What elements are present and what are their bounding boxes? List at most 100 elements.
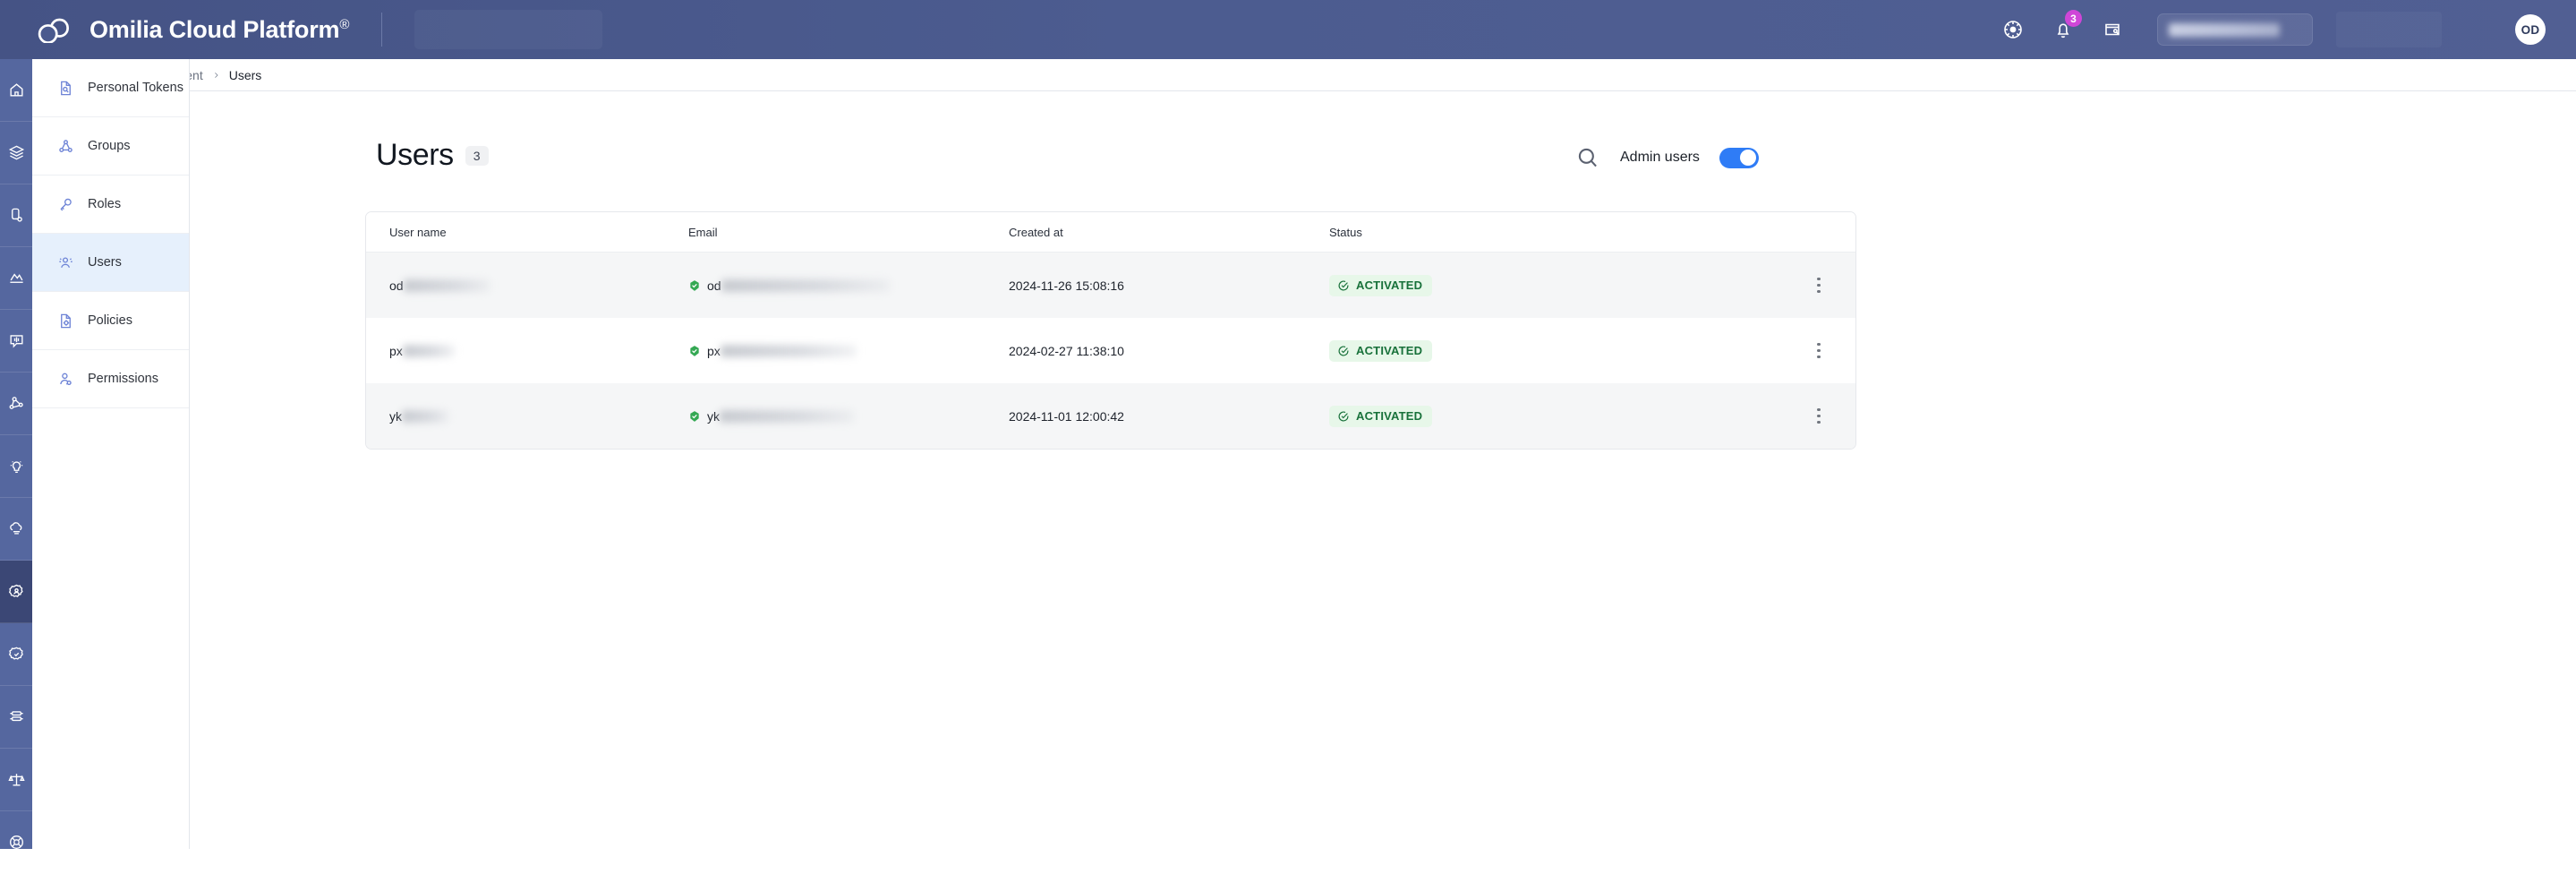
sidebar-item-users[interactable]: Users — [32, 234, 189, 292]
cloud-lines-icon — [8, 520, 25, 537]
status-badge: ACTIVATED — [1329, 340, 1432, 362]
user-name-redacted — [402, 410, 448, 423]
kebab-menu-icon[interactable] — [1809, 407, 1829, 426]
sidebar-item-groups[interactable]: Groups — [32, 117, 189, 176]
header-actions: 3 OD — [1992, 9, 2576, 50]
sidebar-item-policies[interactable]: Policies — [32, 292, 189, 350]
bell-icon[interactable]: 3 — [2043, 9, 2084, 50]
rail-item-cloud[interactable] — [0, 498, 32, 561]
email-redacted — [721, 345, 857, 357]
cell-status: ACTIVATED — [1329, 406, 1714, 427]
verified-badge-icon — [688, 409, 701, 424]
verified-badge-icon — [688, 344, 701, 358]
kebab-menu-icon[interactable] — [1809, 341, 1829, 361]
brightness-icon[interactable] — [1992, 9, 2034, 50]
check-circle-icon — [1337, 410, 1350, 423]
top-bar: Omilia Cloud Platform® 3 OD — [0, 0, 2576, 59]
header-search-input[interactable] — [2157, 13, 2313, 46]
cell-email: px — [688, 344, 1009, 358]
cell-status: ACTIVATED — [1329, 275, 1714, 296]
user-name-text: od — [389, 278, 404, 293]
email-text: od — [707, 278, 721, 293]
user-name-text: px — [389, 344, 403, 358]
rail-item-layers[interactable] — [0, 122, 32, 184]
email-redacted — [721, 279, 890, 292]
cell-actions — [1714, 276, 1855, 296]
kebab-menu-icon[interactable] — [1809, 276, 1829, 296]
cell-created-at: 2024-11-01 12:00:42 — [1009, 409, 1329, 424]
check-circle-icon — [1337, 279, 1350, 292]
cell-actions — [1714, 407, 1855, 426]
rail-item-voice-message[interactable] — [0, 310, 32, 373]
access-management-sidebar: Personal Tokens Groups Roles Users Polic… — [32, 59, 190, 849]
breadcrumb-current: Users — [229, 68, 262, 82]
brand[interactable]: Omilia Cloud Platform® — [0, 16, 349, 44]
cell-user-name: od — [366, 278, 688, 293]
rail-item-analytics[interactable] — [0, 247, 32, 310]
document-search-icon — [57, 80, 74, 97]
notification-badge: 3 — [2065, 10, 2082, 27]
cell-user-name: yk — [366, 409, 688, 424]
avatar[interactable]: OD — [2515, 14, 2546, 45]
icon-rail — [0, 59, 32, 849]
gear-user-icon — [8, 583, 25, 600]
chevron-right-icon — [212, 69, 220, 81]
scales-balance-icon — [8, 771, 25, 788]
page-header: Users 3 — [376, 138, 489, 173]
sidebar-item-personal-tokens[interactable]: Personal Tokens — [32, 59, 189, 117]
status-badge: ACTIVATED — [1329, 406, 1432, 427]
rail-item-badge-check[interactable] — [0, 623, 32, 686]
users-icon — [57, 254, 74, 271]
email-redacted — [720, 410, 854, 423]
cell-status: ACTIVATED — [1329, 340, 1714, 362]
brand-title: Omilia Cloud Platform® — [90, 16, 349, 44]
main-content: Users 3 Admin users User name Email Crea… — [190, 91, 2576, 849]
page-toolbar: Admin users — [1575, 145, 1759, 170]
status-text: ACTIVATED — [1356, 279, 1422, 291]
badge-check-icon — [8, 646, 25, 663]
email-text: px — [707, 344, 721, 358]
rail-item-lightbulb[interactable] — [0, 435, 32, 498]
users-table: User name Email Created at Status od od … — [365, 211, 1856, 450]
table-row[interactable]: od od 2024-11-26 15:08:16 ACTIVATED — [366, 253, 1855, 318]
search-icon[interactable] — [1575, 145, 1600, 170]
sidebar-item-label: Policies — [88, 313, 132, 328]
cell-created-at: 2024-11-26 15:08:16 — [1009, 278, 1329, 293]
breadcrumb: Access Management Users — [32, 59, 2576, 91]
voice-message-icon — [8, 332, 25, 349]
lifebuoy-support-icon — [8, 834, 25, 851]
table-header-row: User name Email Created at Status — [366, 212, 1855, 253]
rail-item-home[interactable] — [0, 59, 32, 122]
sidebar-item-label: Personal Tokens — [88, 81, 183, 95]
sidebar-item-permissions[interactable]: Permissions — [32, 350, 189, 408]
rail-item-phone-flow[interactable] — [0, 184, 32, 247]
rail-item-nodes-graph[interactable] — [0, 373, 32, 435]
lightbulb-idea-icon — [8, 458, 25, 475]
nodes-graph-icon — [8, 395, 25, 412]
rail-item-scales[interactable] — [0, 749, 32, 811]
page-title: Users — [376, 138, 454, 173]
registered-mark: ® — [339, 17, 349, 32]
sidebar-item-label: Groups — [88, 139, 131, 153]
rail-item-support[interactable] — [0, 811, 32, 874]
analytics-chart-icon — [8, 270, 25, 287]
cell-email: yk — [688, 409, 1009, 424]
card-key-icon[interactable] — [2093, 9, 2134, 50]
brand-title-text: Omilia Cloud Platform — [90, 16, 339, 43]
rail-item-access-management[interactable] — [0, 561, 32, 623]
rail-item-server-network[interactable] — [0, 686, 32, 749]
column-header-user-name: User name — [366, 226, 688, 239]
layers-icon — [8, 144, 25, 161]
users-count-badge: 3 — [465, 146, 489, 166]
admin-users-toggle[interactable] — [1719, 148, 1759, 168]
key-icon — [57, 196, 74, 213]
sidebar-item-roles[interactable]: Roles — [32, 176, 189, 234]
cell-actions — [1714, 341, 1855, 361]
user-permission-icon — [57, 371, 74, 388]
table-row[interactable]: px px 2024-02-27 11:38:10 ACTIVATED — [366, 318, 1855, 383]
cell-email: od — [688, 278, 1009, 293]
header-divider — [381, 13, 382, 47]
check-circle-icon — [1337, 345, 1350, 357]
table-row[interactable]: yk yk 2024-11-01 12:00:42 ACTIVATED — [366, 383, 1855, 449]
groups-nodes-icon — [57, 138, 74, 155]
